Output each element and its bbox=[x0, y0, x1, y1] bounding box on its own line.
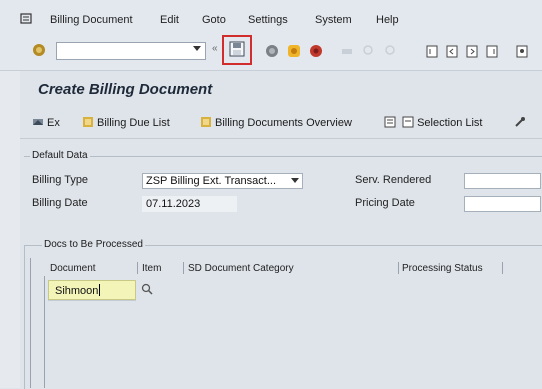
find-icon[interactable] bbox=[362, 44, 376, 58]
execute-button[interactable]: Ex bbox=[32, 116, 60, 129]
cancel-icon[interactable] bbox=[309, 44, 323, 58]
menu-goto[interactable]: Goto bbox=[202, 14, 226, 26]
search-help-icon[interactable] bbox=[140, 282, 154, 299]
text-cursor bbox=[99, 284, 101, 296]
pricing-date-label: Pricing Date bbox=[355, 197, 415, 209]
column-header-document[interactable]: Document bbox=[50, 263, 96, 274]
menu-billing-document[interactable]: Billing Document bbox=[50, 14, 133, 26]
column-header-sd-document-category[interactable]: SD Document Category bbox=[188, 263, 294, 274]
selection-list-button[interactable]: Selection List bbox=[384, 116, 483, 129]
command-field[interactable] bbox=[56, 42, 206, 60]
execute-icon bbox=[33, 119, 43, 125]
menu-settings[interactable]: Settings bbox=[248, 14, 288, 26]
billing-type-value: ZSP Billing Ext. Transact... bbox=[146, 175, 277, 187]
column-separator bbox=[183, 262, 184, 274]
first-page-icon[interactable] bbox=[424, 43, 438, 58]
pricing-date-input[interactable] bbox=[464, 196, 541, 212]
prev-page-icon[interactable] bbox=[444, 43, 458, 58]
column-header-item[interactable]: Item bbox=[142, 263, 161, 274]
row-selector-border bbox=[44, 276, 45, 388]
document-input[interactable]: Sihmoon bbox=[48, 280, 136, 300]
menu-system[interactable]: System bbox=[315, 14, 352, 26]
document-value: Sihmoon bbox=[55, 285, 99, 297]
billing-due-list-label: Billing Due List bbox=[97, 117, 170, 129]
menu-help[interactable]: Help bbox=[376, 14, 399, 26]
save-button-highlight[interactable] bbox=[222, 35, 252, 65]
billing-date-value: 07.11.2023 bbox=[146, 198, 201, 210]
back-icon[interactable] bbox=[265, 44, 279, 58]
serv-rendered-label: Serv. Rendered bbox=[355, 174, 432, 186]
execute-label: Ex bbox=[47, 117, 60, 129]
table-left-border bbox=[30, 258, 31, 388]
standard-toolbar: « bbox=[0, 34, 542, 71]
docs-table bbox=[30, 258, 542, 388]
tools-icon bbox=[515, 117, 525, 127]
billing-date-input[interactable]: 07.11.2023 bbox=[142, 196, 237, 212]
billing-overview-icon bbox=[201, 117, 211, 127]
customize-layout-icon[interactable] bbox=[514, 43, 528, 58]
column-separator bbox=[137, 262, 138, 274]
billing-due-list-icon bbox=[83, 117, 93, 127]
chevron-down-icon[interactable] bbox=[291, 178, 299, 183]
title-area: Create Billing Document bbox=[20, 78, 542, 100]
check-icon[interactable] bbox=[32, 43, 46, 57]
print-icon[interactable] bbox=[340, 44, 354, 58]
next-page-icon[interactable] bbox=[464, 43, 478, 58]
row-divider bbox=[48, 300, 136, 301]
billing-type-label: Billing Type bbox=[32, 174, 89, 186]
selection-list-label: Selection List bbox=[417, 117, 483, 129]
page-title: Create Billing Document bbox=[38, 81, 213, 98]
serv-rendered-input[interactable] bbox=[464, 173, 541, 189]
default-data-title: Default Data bbox=[30, 150, 90, 161]
column-header-processing-status[interactable]: Processing Status bbox=[402, 263, 483, 274]
selection-list-icon bbox=[384, 116, 396, 128]
billing-documents-overview-button[interactable]: Billing Documents Overview bbox=[200, 116, 352, 129]
chevron-down-icon[interactable] bbox=[193, 46, 201, 51]
billing-type-select[interactable]: ZSP Billing Ext. Transact... bbox=[142, 173, 303, 189]
column-separator bbox=[502, 262, 503, 274]
column-separator bbox=[398, 262, 399, 274]
save-icon bbox=[229, 41, 245, 57]
menu-edit[interactable]: Edit bbox=[160, 14, 179, 26]
last-page-icon[interactable] bbox=[484, 43, 498, 58]
left-gutter bbox=[0, 71, 20, 388]
billing-documents-overview-label: Billing Documents Overview bbox=[215, 117, 352, 129]
docs-to-process-title: Docs to Be Processed bbox=[42, 239, 145, 250]
billing-date-label: Billing Date bbox=[32, 197, 88, 209]
double-chevron-icon: « bbox=[212, 43, 218, 54]
application-toolbar: Ex Billing Due List Billing Documents Ov… bbox=[20, 108, 542, 139]
menu-bar: Billing Document Edit Goto Settings Syst… bbox=[0, 0, 542, 34]
more-button[interactable] bbox=[514, 116, 529, 129]
selection-list-doc-icon bbox=[402, 116, 414, 128]
billing-due-list-button[interactable]: Billing Due List bbox=[82, 116, 170, 129]
find-next-icon[interactable] bbox=[384, 44, 398, 58]
exit-icon[interactable] bbox=[287, 44, 301, 58]
menu-icon[interactable] bbox=[20, 12, 34, 29]
